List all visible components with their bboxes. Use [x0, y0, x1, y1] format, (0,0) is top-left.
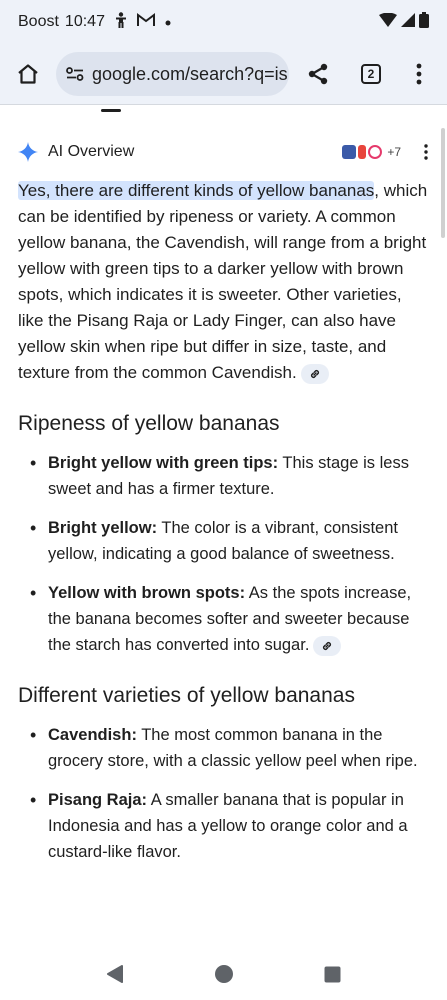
more-sources-count: +7: [387, 145, 401, 159]
ai-overview-title: AI Overview: [48, 143, 135, 160]
link-icon: [310, 369, 319, 378]
section-heading: Different varieties of yellow bananas: [18, 684, 355, 707]
active-tab-indicator: [101, 109, 121, 112]
ai-overview-header: AI Overview +7: [18, 138, 433, 166]
ripeness-list: Bright yellow with green tips: This stag…: [18, 450, 430, 658]
varieties-list: Cavendish: The most common banana in the…: [18, 722, 430, 865]
link-icon: [323, 641, 332, 650]
toolbar-divider: [0, 104, 447, 105]
signal-icon: [401, 12, 415, 32]
tab-switcher-button[interactable]: 2: [347, 64, 395, 84]
home-nav-button[interactable]: [204, 954, 244, 994]
home-circle-icon: [214, 965, 233, 983]
list-item-term: Bright yellow:: [48, 519, 158, 537]
wifi-icon: [379, 12, 397, 32]
list-item-term: Bright yellow with green tips:: [48, 454, 279, 472]
notification-dot-icon: [165, 13, 171, 31]
ai-overview-menu-button[interactable]: [419, 144, 433, 160]
battery-icon: [419, 11, 429, 33]
list-item-term: Pisang Raja:: [48, 791, 148, 809]
list-item: Pisang Raja: A smaller banana that is po…: [30, 787, 430, 865]
back-triangle-icon: [106, 965, 123, 983]
source-favicon-icon: [342, 145, 357, 159]
share-icon: [308, 63, 328, 85]
more-vert-icon: [416, 63, 422, 85]
system-nav-bar: [0, 948, 447, 1000]
carrier-name: Boost: [18, 13, 59, 30]
list-item: Bright yellow with green tips: This stag…: [30, 450, 430, 502]
ai-overview-content: Yes, there are different kinds of yellow…: [18, 178, 430, 878]
accessibility-icon: [115, 11, 127, 33]
gmail-icon: [136, 12, 155, 32]
url-text[interactable]: google.com/search?q=is: [92, 64, 288, 85]
intro-text: , which can be identified by ripeness or…: [18, 181, 428, 382]
intro-paragraph: Yes, there are different kinds of yellow…: [18, 178, 430, 386]
clock: 10:47: [64, 13, 105, 30]
share-button[interactable]: [289, 62, 347, 86]
list-item: Cavendish: The most common banana in the…: [30, 722, 430, 774]
browser-toolbar: google.com/search?q=is 2: [0, 44, 447, 104]
site-settings-icon[interactable]: [66, 67, 84, 81]
recents-button[interactable]: [313, 954, 353, 994]
more-vert-icon: [424, 144, 428, 160]
source-link-button[interactable]: [300, 363, 329, 384]
highlighted-answer: Yes, there are different kinds of yellow…: [18, 181, 375, 200]
browser-menu-button[interactable]: [395, 63, 443, 85]
sources-button[interactable]: +7: [342, 145, 401, 159]
list-item-term: Cavendish:: [48, 726, 137, 744]
list-item: Yellow with brown spots: As the spots in…: [30, 580, 430, 658]
recents-square-icon: [324, 966, 341, 982]
source-favicon-icon: [368, 145, 383, 159]
back-button[interactable]: [95, 954, 135, 994]
status-bar: Boost 10:47: [0, 0, 447, 44]
tab-count: 2: [361, 64, 381, 84]
home-button[interactable]: [0, 44, 56, 104]
gemini-sparkle-icon: [18, 142, 38, 162]
page-scrollbar[interactable]: [441, 128, 445, 238]
address-bar[interactable]: google.com/search?q=is: [56, 52, 289, 96]
list-item-term: Yellow with brown spots:: [48, 584, 246, 602]
source-link-button[interactable]: [313, 635, 342, 656]
home-icon: [18, 64, 38, 84]
list-item: Bright yellow: The color is a vibrant, c…: [30, 515, 430, 567]
section-heading: Ripeness of yellow bananas: [18, 412, 280, 435]
source-favicon-icon: [358, 145, 367, 159]
